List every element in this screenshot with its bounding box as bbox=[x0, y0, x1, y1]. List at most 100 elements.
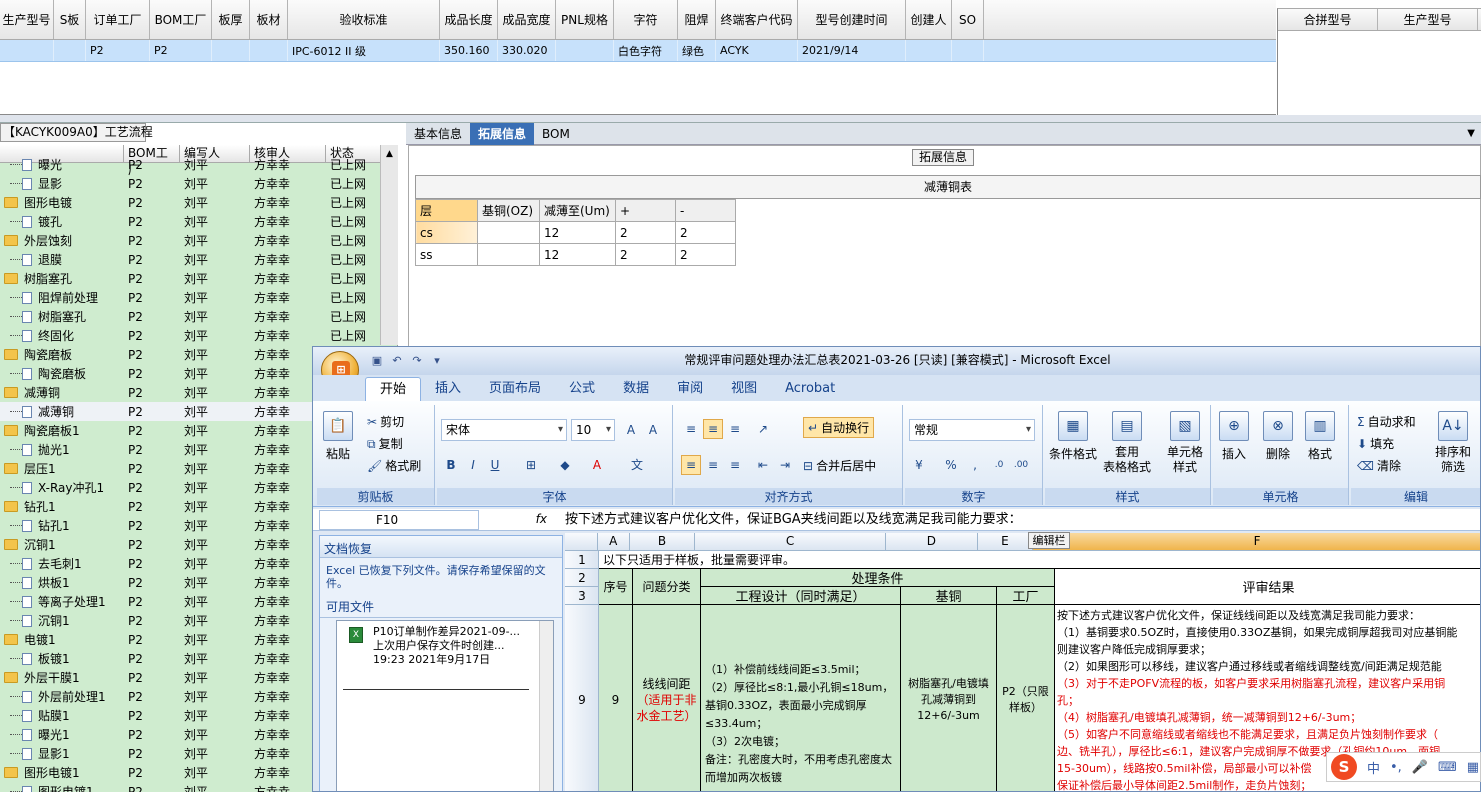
ribbon-tab-7[interactable]: Acrobat bbox=[771, 377, 849, 401]
row9-engineering-cell[interactable]: （1）补偿前线线间距≤3.5mil； （2）厚径比≤8:1,最小孔铜≤18um，… bbox=[701, 605, 901, 791]
process-flow-tab[interactable]: 【KACYK009A0】工艺流程 bbox=[0, 123, 153, 142]
col-header[interactable]: 验收标准 bbox=[288, 0, 440, 39]
copper-cell[interactable]: 2 bbox=[615, 221, 676, 244]
indent-increase-icon[interactable]: ⇥ bbox=[775, 455, 795, 475]
col-header[interactable]: 合拼型号 bbox=[1278, 9, 1378, 30]
grid-cell[interactable]: 白色字符 bbox=[614, 40, 678, 61]
copper-cell[interactable]: 2 bbox=[615, 243, 676, 266]
copper-table-row[interactable]: cs 12 2 2 bbox=[415, 221, 736, 244]
percent-icon[interactable]: % bbox=[941, 455, 961, 475]
currency-icon[interactable]: ¥ bbox=[909, 455, 929, 475]
row-header[interactable]: 9 bbox=[565, 605, 599, 791]
grid-cell[interactable]: P2 bbox=[86, 40, 150, 61]
cut-button[interactable]: ✂ 剪切 bbox=[367, 413, 404, 430]
copper-cell[interactable]: 12 bbox=[539, 243, 616, 266]
col-header[interactable]: BOM工厂 bbox=[150, 0, 212, 39]
punctuation-icon[interactable]: •, bbox=[1390, 760, 1402, 775]
align-center-icon[interactable]: ≡ bbox=[703, 455, 723, 475]
conditional-format-button[interactable]: ▦ 条件格式 bbox=[1049, 411, 1097, 462]
fx-icon[interactable]: fx bbox=[483, 510, 553, 530]
col-header[interactable]: 订单工厂 bbox=[86, 0, 150, 39]
undo-icon[interactable]: ↶ bbox=[389, 353, 405, 369]
col-header[interactable]: 字符 bbox=[614, 0, 678, 39]
col-header[interactable]: 成品长度 bbox=[440, 0, 498, 39]
col-header[interactable]: 板厚 bbox=[212, 0, 250, 39]
col-header[interactable]: 生产型号 bbox=[0, 0, 54, 39]
format-as-table-button[interactable]: ▤ 套用 表格格式 bbox=[1103, 411, 1151, 475]
grid-cell[interactable]: ACYK bbox=[716, 40, 798, 61]
grid-cell[interactable] bbox=[952, 40, 984, 61]
format-painter-button[interactable]: 🖌 格式刷 bbox=[367, 457, 421, 474]
column-header[interactable]: F bbox=[1033, 533, 1480, 550]
row9-base-copper-cell[interactable]: 树脂塞孔/电镀填孔减薄铜到12+6/-3um bbox=[901, 605, 997, 791]
ribbon-tab-5[interactable]: 审阅 bbox=[663, 377, 717, 401]
tree-row[interactable]: 树脂塞孔 P2 刘平 方幸幸 已上网 bbox=[0, 307, 397, 326]
tab-2[interactable]: BOM bbox=[534, 123, 578, 145]
grid-cell[interactable] bbox=[0, 40, 54, 61]
insert-cells-button[interactable]: ⊕ 插入 bbox=[1219, 411, 1249, 462]
tree-row[interactable]: 外层蚀刻 P2 刘平 方幸幸 已上网 bbox=[0, 231, 397, 250]
underline-icon[interactable]: U bbox=[485, 455, 505, 475]
scroll-up-icon[interactable]: ▲ bbox=[381, 147, 398, 161]
ribbon-tab-0[interactable]: 开始 bbox=[365, 377, 422, 401]
row-header[interactable]: 1 bbox=[565, 551, 599, 569]
clear-button[interactable]: ⌫ 清除 bbox=[1357, 457, 1401, 474]
delete-cells-button[interactable]: ⊗ 删除 bbox=[1263, 411, 1293, 462]
align-left-icon[interactable]: ≡ bbox=[681, 455, 701, 475]
tab-0[interactable]: 基本信息 bbox=[406, 123, 470, 145]
tree-scrollbar[interactable]: ▲ bbox=[380, 145, 398, 345]
row9-seq-cell[interactable]: 9 bbox=[599, 605, 633, 791]
copper-table-row[interactable]: ss 12 2 2 bbox=[415, 243, 736, 266]
grid-cell[interactable]: IPC-6012 II 级 bbox=[288, 40, 440, 61]
row9-factory-cell[interactable]: P2（只限样板） bbox=[997, 605, 1055, 791]
row9-category-cell[interactable]: 线线间距 （适用于非水金工艺） bbox=[633, 605, 701, 791]
grid-cell[interactable]: 2021/9/14 bbox=[798, 40, 906, 61]
ribbon-tab-1[interactable]: 插入 bbox=[421, 377, 475, 401]
format-cells-button[interactable]: ▥ 格式 bbox=[1305, 411, 1335, 462]
paste-button[interactable]: 📋 粘贴 bbox=[323, 411, 353, 462]
col-header[interactable]: 板材 bbox=[250, 0, 288, 39]
align-top-icon[interactable]: ≡ bbox=[681, 419, 701, 439]
col-header[interactable]: SO bbox=[952, 0, 984, 39]
merge-center-button[interactable]: ⊟ 合并后居中 bbox=[803, 457, 876, 474]
grid-cell[interactable]: P2 bbox=[150, 40, 212, 61]
tree-row[interactable]: 图形电镀 P2 刘平 方幸幸 已上网 bbox=[0, 193, 397, 212]
italic-icon[interactable]: I bbox=[463, 455, 483, 475]
bold-icon[interactable]: B bbox=[441, 455, 461, 475]
grid-cell[interactable]: 350.160 bbox=[440, 40, 498, 61]
engineering-header-cell[interactable]: 工程设计（同时满足） bbox=[701, 587, 901, 605]
copper-cell[interactable]: cs bbox=[415, 221, 478, 244]
grow-font-icon[interactable]: A bbox=[621, 420, 641, 440]
sort-filter-button[interactable]: A↓ 排序和 筛选 bbox=[1435, 411, 1471, 475]
ribbon-tab-4[interactable]: 数据 bbox=[609, 377, 663, 401]
align-right-icon[interactable]: ≡ bbox=[725, 455, 745, 475]
tree-row[interactable]: 退膜 P2 刘平 方幸幸 已上网 bbox=[0, 250, 397, 269]
condition-header-cell[interactable]: 处理条件 bbox=[701, 569, 1055, 587]
ribbon-tab-6[interactable]: 视图 bbox=[717, 377, 771, 401]
tree-row[interactable]: 树脂塞孔 P2 刘平 方幸幸 已上网 bbox=[0, 269, 397, 288]
tree-row[interactable]: 阻焊前处理 P2 刘平 方幸幸 已上网 bbox=[0, 288, 397, 307]
column-header[interactable]: C bbox=[695, 533, 887, 550]
border-icon[interactable]: ⊞ bbox=[521, 455, 541, 475]
tab-dropdown-icon[interactable]: ▼ bbox=[1467, 128, 1481, 139]
ribbon-tab-2[interactable]: 页面布局 bbox=[475, 377, 555, 401]
font-color-icon[interactable]: A bbox=[587, 455, 607, 475]
fill-color-icon[interactable]: ◆ bbox=[555, 455, 575, 475]
cell-styles-button[interactable]: ▧ 单元格 样式 bbox=[1167, 411, 1203, 475]
grid-cell[interactable] bbox=[250, 40, 288, 61]
number-format-combo[interactable]: 常规 bbox=[909, 419, 1035, 441]
recovery-file-item[interactable]: P10订单制作差异2021-09-... 上次用户保存文件时创建... 19:2… bbox=[373, 625, 520, 667]
grid-cell[interactable] bbox=[54, 40, 86, 61]
shrink-font-icon[interactable]: A bbox=[643, 420, 663, 440]
redo-icon[interactable]: ↷ bbox=[409, 353, 425, 369]
align-bottom-icon[interactable]: ≡ bbox=[725, 419, 745, 439]
indent-decrease-icon[interactable]: ⇤ bbox=[753, 455, 773, 475]
copper-cell[interactable]: 2 bbox=[675, 243, 736, 266]
ime-toolbar[interactable]: S 中 •, 🎤 ⌨ ▦ bbox=[1326, 752, 1481, 782]
save-icon[interactable]: ▣ bbox=[369, 353, 385, 369]
col-header[interactable]: 生产型号 bbox=[1378, 9, 1478, 30]
copper-cell[interactable] bbox=[477, 243, 540, 266]
comma-icon[interactable]: , bbox=[965, 455, 985, 475]
increase-decimal-icon[interactable]: .0 bbox=[989, 455, 1009, 475]
font-size-combo[interactable]: 10 bbox=[571, 419, 615, 441]
